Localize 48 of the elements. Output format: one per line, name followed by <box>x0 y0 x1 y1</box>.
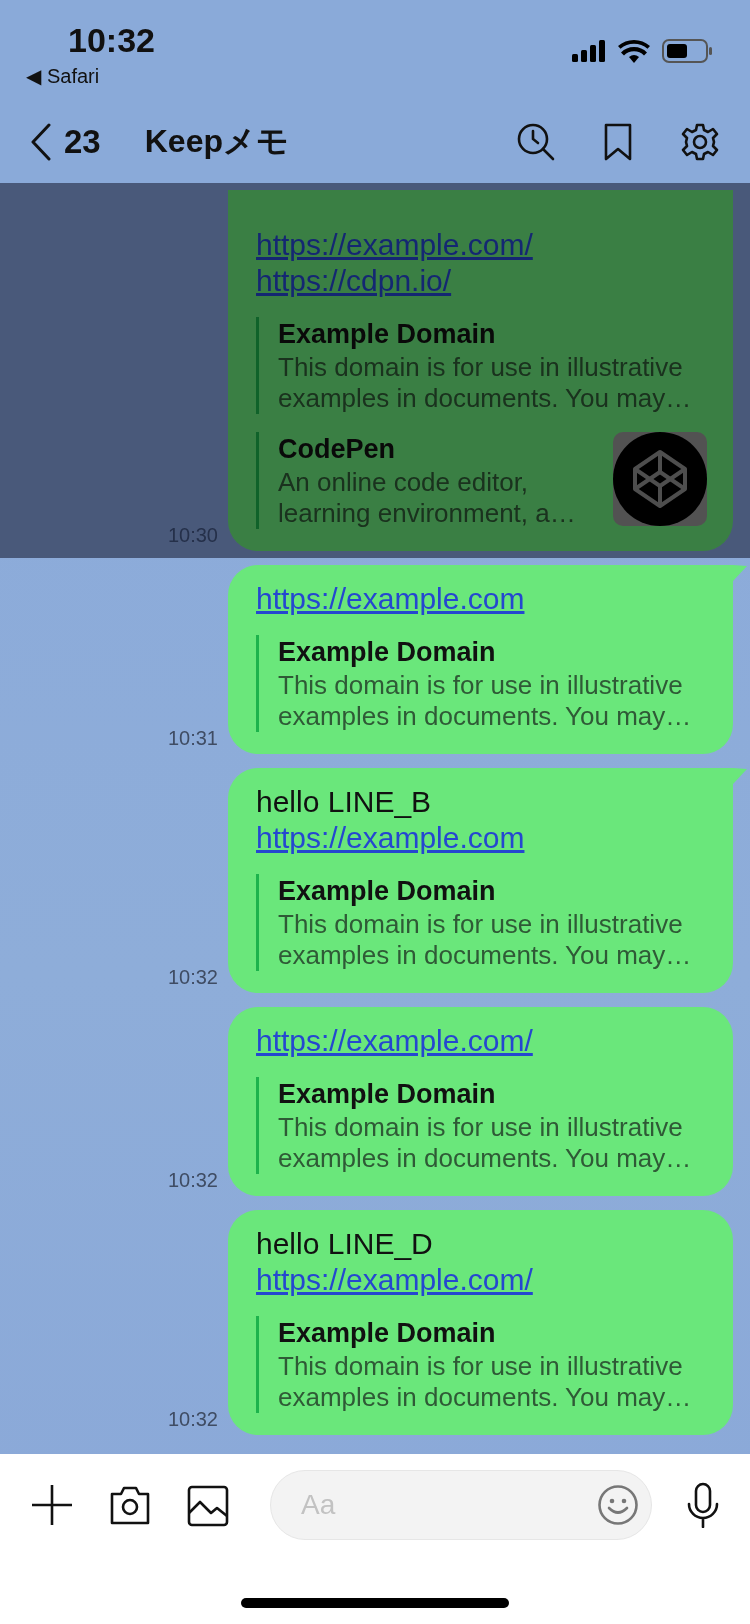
preview-description: This domain is for use in illustrative examples in documents. You may… <box>278 1351 693 1413</box>
preview-description: This domain is for use in illustrative examples in documents. You may… <box>278 670 693 732</box>
preview-title: Example Domain <box>278 875 497 908</box>
message-time: 10:31 <box>167 727 218 750</box>
message-text: hello LINE_D <box>256 1226 434 1262</box>
back-to-app-link[interactable]: ◀ Safari <box>26 64 155 88</box>
signal-icon <box>572 40 606 62</box>
image-icon[interactable] <box>186 1483 230 1527</box>
message-bubble[interactable]: https://example.com Example Domain This domain is for use in illustrative examples in documents. You may… <box>228 565 733 754</box>
unread-count: 23 <box>64 122 101 161</box>
message-link[interactable]: https://example.com <box>256 581 525 617</box>
link-preview[interactable]: Example Domain This domain is for use in illustrative examples in documents. You may… <box>256 1316 707 1413</box>
message-link[interactable]: https://example.com/ <box>256 1023 533 1059</box>
preview-title: Example Domain <box>278 1317 497 1350</box>
message-time: 10:32 <box>167 1169 218 1192</box>
back-chevron-icon[interactable] <box>30 122 52 161</box>
preview-description: This domain is for use in illustrative examples in documents. You may… <box>278 909 693 971</box>
message-time: 10:32 <box>167 1408 218 1431</box>
message-bubble[interactable]: https://example.com/ https://cdpn.io/ Example Domain This domain is for use in illustrative examples in documents. You may… CodePen An online code editor, learning environment, a… <box>228 190 733 551</box>
microphone-icon[interactable] <box>686 1482 720 1528</box>
settings-icon[interactable] <box>680 121 720 162</box>
preview-description: An online code editor, learning environment, a… <box>278 467 577 529</box>
message-bubble[interactable]: hello LINE_D https://example.com/ Example Domain This domain is for use in illustrative examples in documents. You may… <box>228 1210 733 1435</box>
battery-icon <box>662 39 712 63</box>
message-bubble[interactable]: https://example.com/ Example Domain This domain is for use in illustrative examples in documents. You may… <box>228 1007 733 1196</box>
back-button[interactable]: 23 <box>30 122 101 161</box>
status-time: 10:32 <box>68 20 155 60</box>
link-preview[interactable]: Example Domain This domain is for use in illustrative examples in documents. You may… <box>256 317 707 414</box>
message-link[interactable]: https://example.com <box>256 820 525 856</box>
link-preview[interactable]: Example Domain This domain is for use in illustrative examples in documents. You may… <box>256 874 707 971</box>
preview-description: This domain is for use in illustrative examples in documents. You may… <box>278 1112 693 1174</box>
link-preview[interactable]: Example Domain This domain is for use in illustrative examples in documents. You may… <box>256 635 707 732</box>
emoji-icon[interactable] <box>597 1484 639 1526</box>
preview-title: Example Domain <box>278 1078 497 1111</box>
message-text: hello LINE_B <box>256 784 433 820</box>
preview-description: This domain is for use in illustrative examples in documents. You may… <box>278 352 693 414</box>
plus-icon[interactable] <box>30 1483 74 1527</box>
search-history-icon[interactable] <box>516 121 556 162</box>
preview-title: Example Domain <box>278 318 497 351</box>
link-preview[interactable]: Example Domain This domain is for use in illustrative examples in documents. You may… <box>256 1077 707 1174</box>
preview-title: Example Domain <box>278 636 497 669</box>
message-bubble[interactable]: hello LINE_B https://example.com Example Domain This domain is for use in illustrative examples in documents. You may… <box>228 768 733 993</box>
link-preview[interactable]: CodePen An online code editor, learning environment, a… <box>256 432 603 529</box>
wifi-icon <box>618 39 650 63</box>
message-time: 10:32 <box>167 966 218 989</box>
message-link[interactable]: https://example.com/ <box>256 1262 533 1298</box>
chat-title: Keepメモ <box>144 121 290 161</box>
preview-title: CodePen <box>278 433 397 466</box>
